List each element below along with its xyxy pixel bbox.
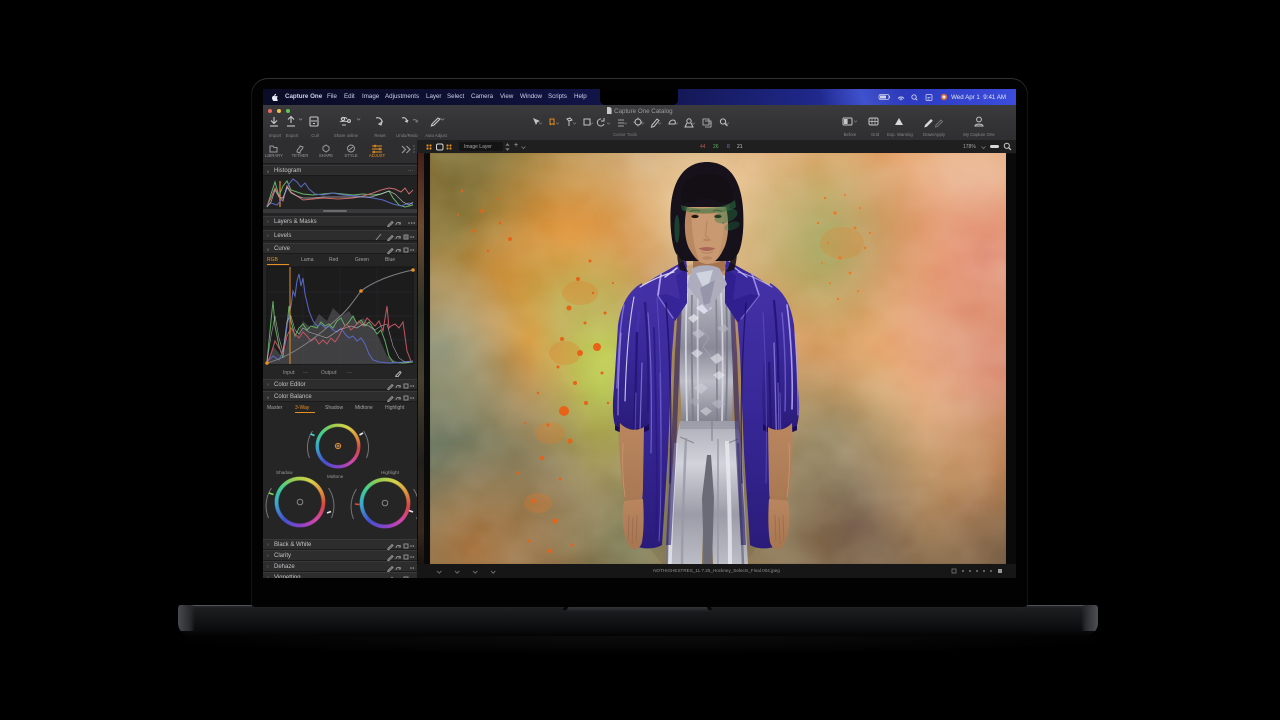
svg-text:Midtone: Midtone <box>327 474 344 479</box>
svg-text:Highlight: Highlight <box>381 470 400 475</box>
svg-text:Shadow: Shadow <box>276 470 293 475</box>
